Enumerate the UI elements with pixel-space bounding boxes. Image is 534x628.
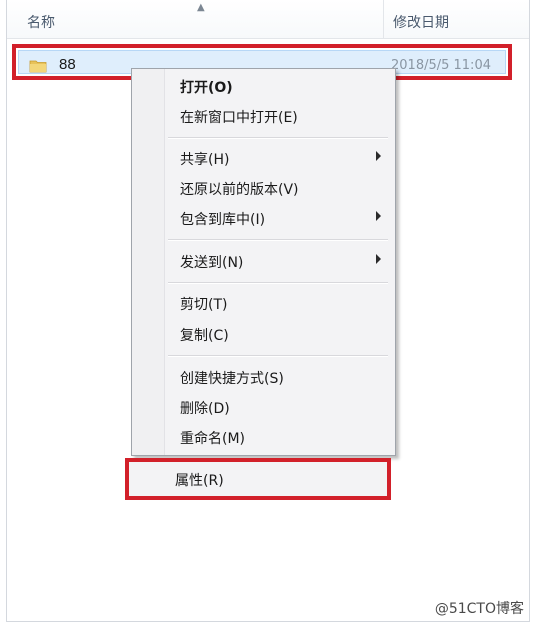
menu-separator (168, 137, 388, 139)
menu-item-cut[interactable]: 剪切(T) (136, 290, 391, 316)
menu-item-label: 发送到(N) (180, 255, 244, 271)
column-divider[interactable] (383, 0, 384, 38)
menu-item-share[interactable]: 共享(H) (136, 145, 391, 171)
menu-item-label: 删除(D) (180, 401, 230, 417)
menu-item-label: 在新窗口中打开(E) (180, 110, 298, 126)
menu-item-copy[interactable]: 复制(C) (136, 321, 391, 347)
submenu-arrow-icon (376, 151, 381, 161)
menu-item-open[interactable]: 打开(O) (136, 73, 391, 99)
menu-separator (168, 239, 388, 241)
menu-item-label: 包含到库中(I) (180, 212, 266, 228)
file-name[interactable]: 88 (59, 56, 76, 73)
menu-item-delete[interactable]: 删除(D) (136, 394, 391, 420)
menu-item-include-in-library[interactable]: 包含到库中(I) (136, 205, 391, 231)
menu-item-label: 复制(C) (180, 328, 229, 344)
folder-icon (29, 60, 47, 73)
menu-item-label: 打开(O) (180, 80, 233, 96)
menu-item-open-new-window[interactable]: 在新窗口中打开(E) (136, 103, 391, 129)
menu-item-rename[interactable]: 重命名(M) (136, 424, 391, 450)
menu-item-properties[interactable]: 属性(R) (125, 458, 391, 500)
submenu-arrow-icon (376, 254, 381, 264)
menu-item-send-to[interactable]: 发送到(N) (136, 248, 391, 274)
context-menu: 打开(O) 在新窗口中打开(E) 共享(H) 还原以前的版本(V) 包含到库中(… (131, 68, 396, 456)
name-column-header[interactable]: 名称 (27, 12, 55, 32)
menu-separator (168, 355, 388, 357)
watermark: @51CTO博客 (434, 601, 524, 617)
column-header-bar: 名称 ▲ 修改日期 (7, 0, 529, 39)
menu-item-create-shortcut[interactable]: 创建快捷方式(S) (136, 364, 391, 390)
menu-item-label: 重命名(M) (180, 431, 246, 447)
menu-item-restore-previous-versions[interactable]: 还原以前的版本(V) (136, 175, 391, 201)
file-date-modified: 2018/5/5 11:04 (391, 58, 491, 73)
date-modified-column-header[interactable]: 修改日期 (393, 12, 449, 32)
menu-item-label: 剪切(T) (180, 297, 228, 313)
submenu-arrow-icon (376, 211, 381, 221)
menu-item-label: 属性(R) (175, 473, 224, 489)
menu-item-label: 还原以前的版本(V) (180, 182, 299, 198)
menu-item-label: 共享(H) (180, 152, 230, 168)
menu-item-label: 创建快捷方式(S) (180, 371, 284, 387)
menu-separator (168, 282, 388, 284)
sort-ascending-icon: ▲ (197, 2, 205, 13)
